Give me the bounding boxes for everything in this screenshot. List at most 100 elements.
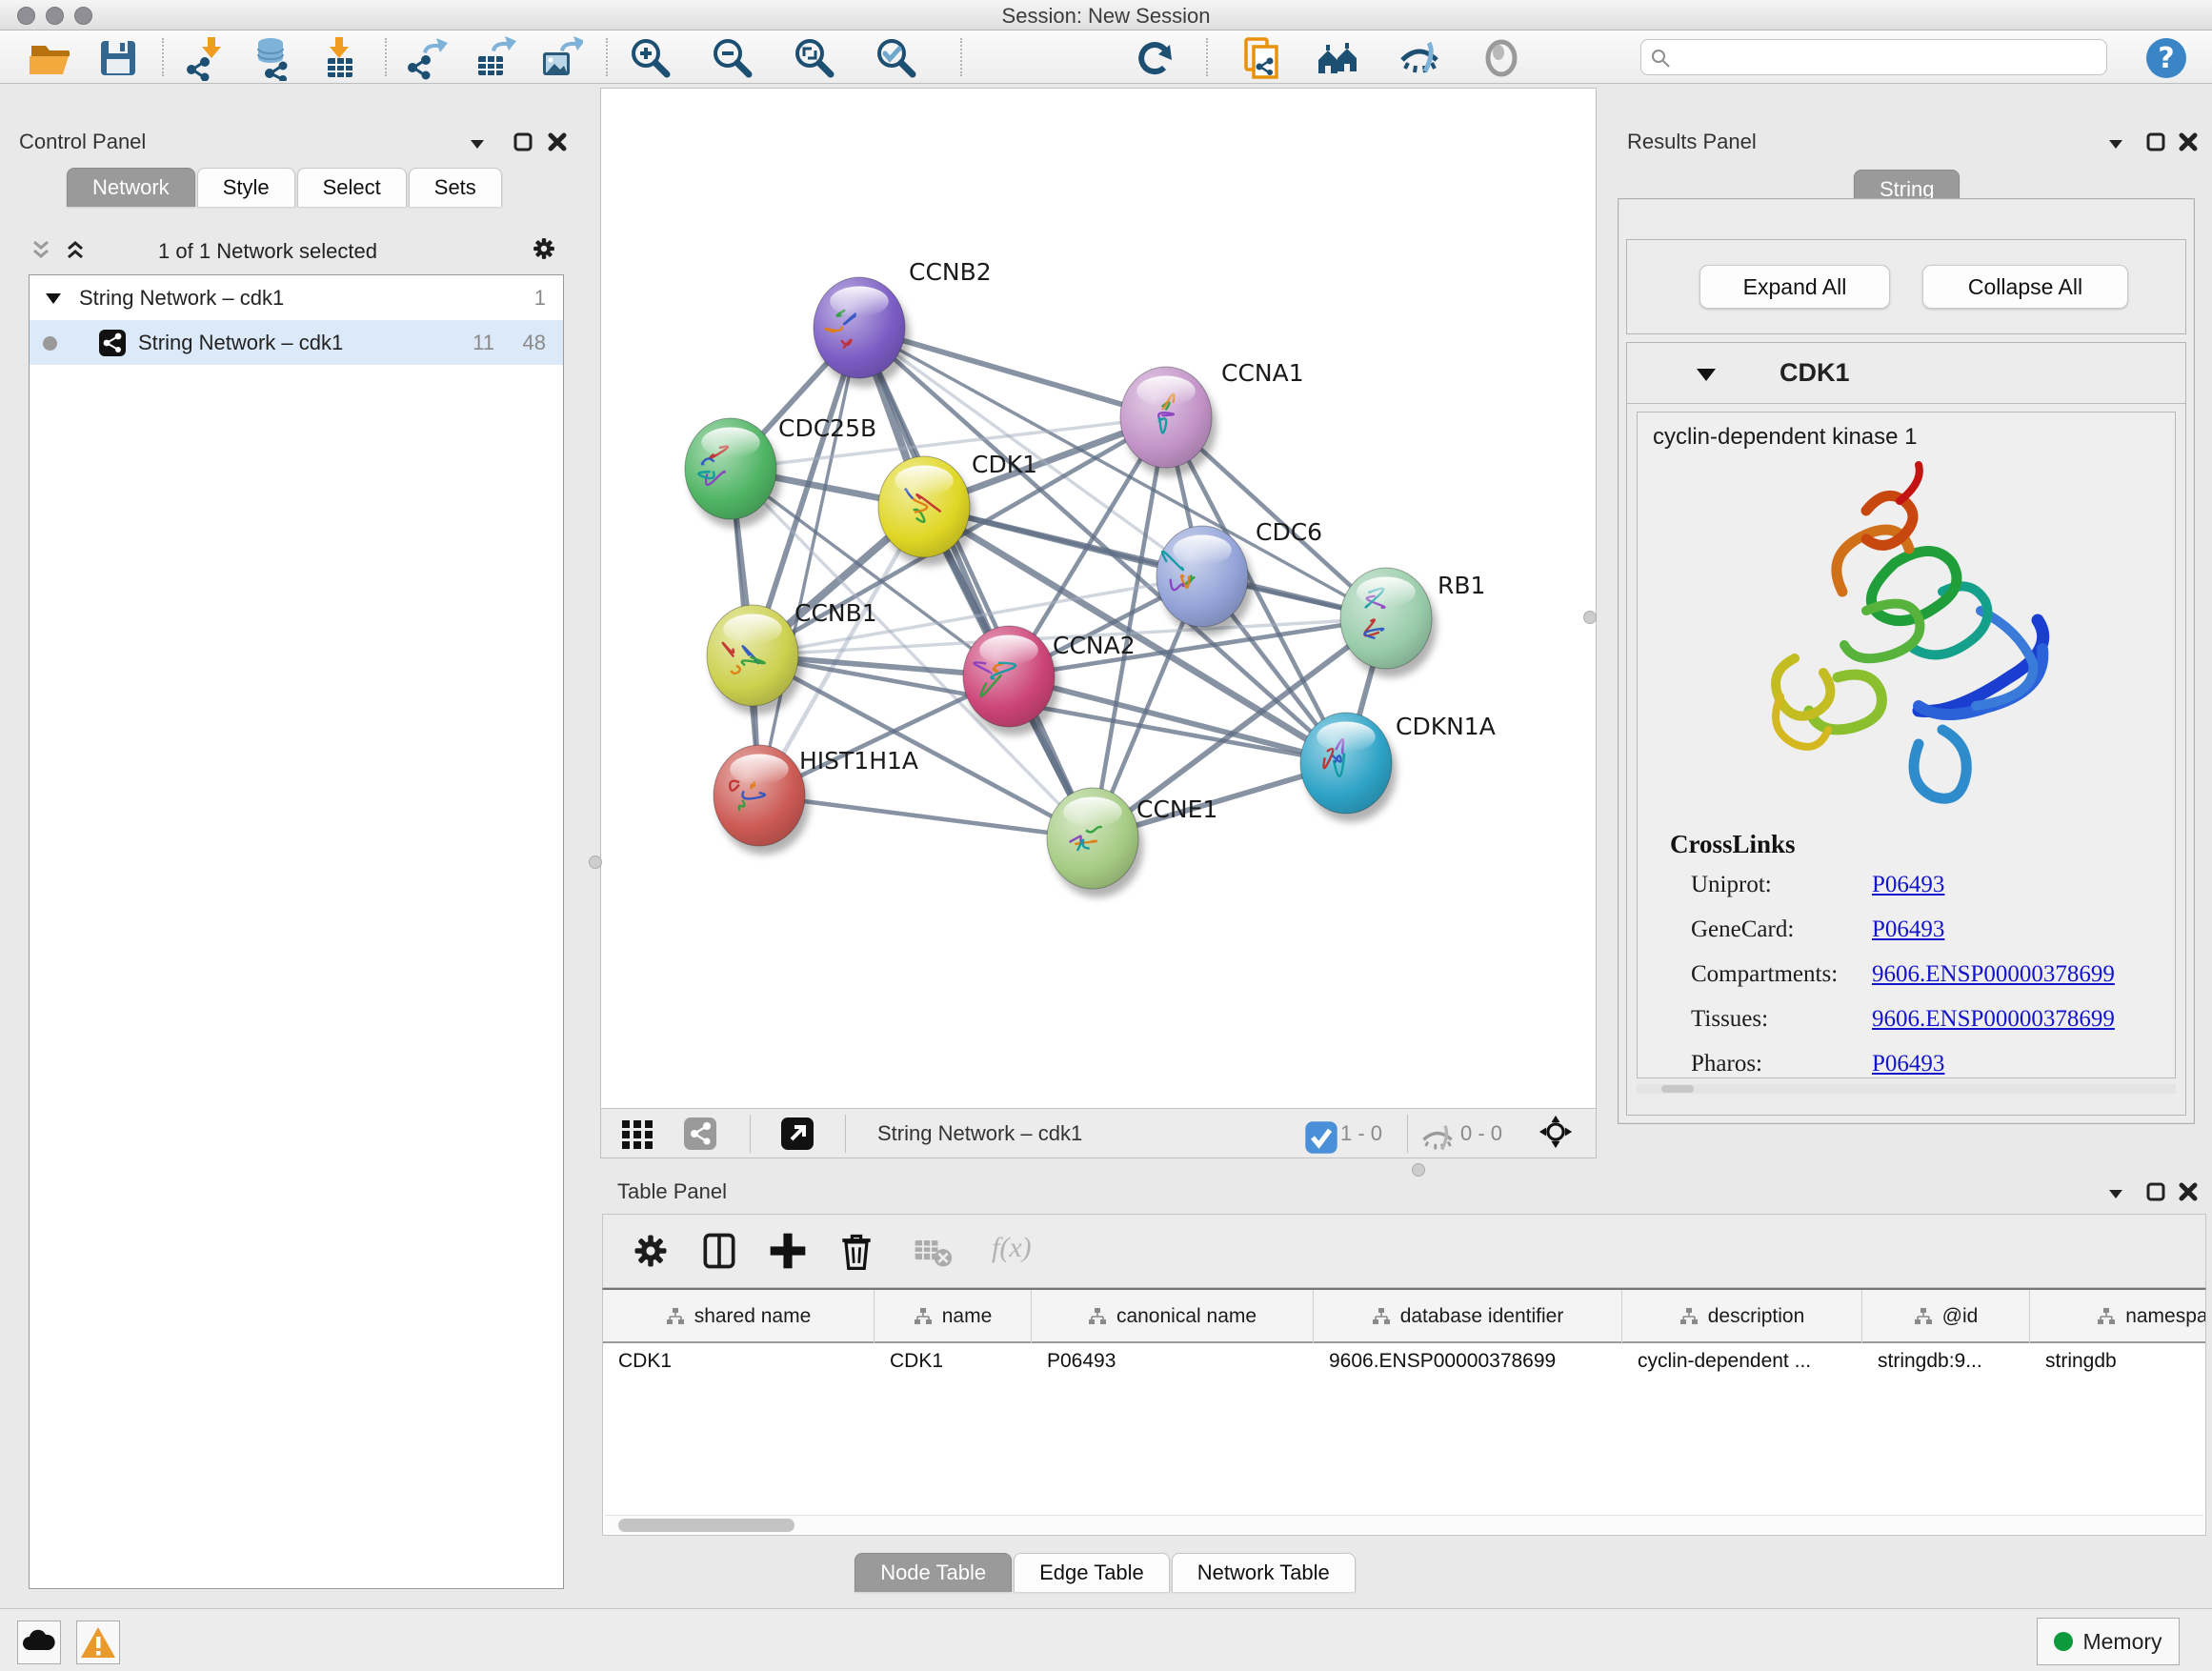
network-node-CDC25B[interactable]: CDC25B xyxy=(685,414,876,528)
search-field[interactable] xyxy=(1640,39,2107,75)
network-edge[interactable] xyxy=(759,328,859,795)
network-node-CDKN1A[interactable]: CDKN1A xyxy=(1300,713,1496,822)
show-hidden-button[interactable] xyxy=(1478,35,1524,81)
table-cell[interactable]: stringdb:9... xyxy=(1862,1343,2030,1381)
tab-style[interactable]: Style xyxy=(197,168,295,207)
warnings-button[interactable] xyxy=(76,1621,120,1664)
delete-column-button[interactable] xyxy=(835,1230,877,1272)
column-header-namespace[interactable]: namespace xyxy=(2030,1290,2206,1343)
export-image-icon xyxy=(537,35,583,81)
network-node-CDK1[interactable]: CDK1 xyxy=(878,451,1037,566)
hidden-indicator[interactable] xyxy=(1420,1120,1451,1147)
table-hscrollbar-thumb[interactable] xyxy=(618,1519,794,1532)
right-splitter-handle[interactable] xyxy=(1583,611,1597,624)
fit-content-button[interactable] xyxy=(791,35,836,81)
show-all-views-button[interactable] xyxy=(1315,35,1360,81)
node-gloss-highlight xyxy=(1357,577,1415,608)
zoom-selected-button[interactable] xyxy=(873,35,918,81)
table-cell[interactable]: CDK1 xyxy=(603,1343,875,1381)
save-session-button[interactable] xyxy=(95,35,141,81)
tab-sets[interactable]: Sets xyxy=(409,168,502,207)
maximize-panel-button[interactable] xyxy=(2143,130,2168,154)
network-overview-button[interactable] xyxy=(683,1117,717,1151)
float-panel-button[interactable] xyxy=(2103,131,2128,156)
cytoscape-window: Session: New Session xyxy=(0,0,2212,1671)
float-panel-button[interactable] xyxy=(465,131,490,156)
export-network-button[interactable] xyxy=(404,35,450,81)
birds-eye-toggle-button[interactable] xyxy=(1538,1115,1577,1153)
bottom-splitter-handle[interactable] xyxy=(1412,1163,1425,1177)
network-options-button[interactable] xyxy=(532,236,556,261)
close-icon xyxy=(2176,1179,2201,1204)
close-panel-button[interactable] xyxy=(545,130,570,154)
column-header-shared-name[interactable]: shared name xyxy=(603,1290,875,1343)
table-options-button[interactable] xyxy=(630,1230,672,1272)
network-row[interactable]: String Network – cdk1 11 48 xyxy=(30,320,563,365)
export-image-button[interactable] xyxy=(537,35,583,81)
column-header-id[interactable]: @id xyxy=(1862,1290,2030,1343)
collapse-all-button[interactable]: Collapse All xyxy=(1922,265,2128,309)
results-scrollbar[interactable] xyxy=(1637,1084,2176,1094)
crosslink-link[interactable]: P06493 xyxy=(1872,916,1944,943)
column-type-icon xyxy=(666,1307,685,1326)
import-network-from-database-button[interactable] xyxy=(250,35,295,81)
close-panel-button[interactable] xyxy=(2176,130,2201,154)
table-cell[interactable]: cyclin-dependent ... xyxy=(1622,1343,1862,1381)
detach-view-button[interactable] xyxy=(780,1117,814,1151)
collection-expand-icon[interactable] xyxy=(45,291,62,306)
maximize-panel-button[interactable] xyxy=(2143,1179,2168,1204)
column-header-canonical-name[interactable]: canonical name xyxy=(1032,1290,1314,1343)
help-button[interactable]: ? xyxy=(2143,35,2189,81)
float-panel-button[interactable] xyxy=(2103,1181,2128,1206)
close-panel-button[interactable] xyxy=(2176,1179,2201,1204)
table-cell[interactable]: P06493 xyxy=(1032,1343,1314,1381)
zoom-out-button[interactable] xyxy=(709,35,754,81)
maximize-panel-button[interactable] xyxy=(511,130,535,154)
table-cell[interactable]: stringdb xyxy=(2030,1343,2206,1381)
clone-network-button[interactable] xyxy=(1238,35,1284,81)
open-session-button[interactable] xyxy=(27,35,72,81)
table-hscrollbar[interactable] xyxy=(605,1515,2203,1534)
tab-edge-table[interactable]: Edge Table xyxy=(1014,1553,1170,1592)
crosslink-label: Compartments: xyxy=(1691,961,1838,988)
gene-header[interactable]: CDK1 xyxy=(1627,343,2185,404)
table-row[interactable]: CDK1CDK1P064939606.ENSP00000378699cyclin… xyxy=(603,1343,2206,1381)
export-table-button[interactable] xyxy=(471,35,516,81)
create-column-button[interactable] xyxy=(767,1230,809,1272)
left-splitter-handle[interactable] xyxy=(589,856,602,869)
column-type-icon xyxy=(1679,1307,1699,1326)
import-network-button[interactable] xyxy=(183,35,229,81)
cloud-status-button[interactable] xyxy=(17,1621,61,1664)
crosslink-link[interactable]: 9606.ENSP00000378699 xyxy=(1872,1006,2115,1033)
table-cell[interactable]: CDK1 xyxy=(875,1343,1032,1381)
table-cell[interactable]: 9606.ENSP00000378699 xyxy=(1314,1343,1622,1381)
collapse-gene-icon[interactable] xyxy=(1696,366,1717,383)
string-network-graph[interactable]: CCNB2CCNA1CDC25BCDK1CDC6RB1CCNB1CCNA2CDK… xyxy=(601,89,1596,1106)
hide-unhide-button[interactable] xyxy=(1397,35,1442,81)
network-node-RB1[interactable]: RB1 xyxy=(1340,568,1485,677)
results-scrollbar-thumb[interactable] xyxy=(1661,1085,1694,1093)
cloud-icon xyxy=(18,1621,60,1663)
memory-button[interactable]: Memory xyxy=(2037,1618,2180,1665)
tab-node-table[interactable]: Node Table xyxy=(855,1553,1012,1592)
show-columns-button[interactable] xyxy=(698,1230,740,1272)
column-header-description[interactable]: description xyxy=(1622,1290,1862,1343)
column-header-database-identifier[interactable]: database identifier xyxy=(1314,1290,1622,1343)
crosslink-link[interactable]: P06493 xyxy=(1872,872,1944,898)
network-node-CCNE1[interactable]: CCNE1 xyxy=(1047,788,1217,897)
expand-all-button[interactable]: Expand All xyxy=(1699,265,1890,309)
import-table-button[interactable] xyxy=(316,35,362,81)
tab-network-table[interactable]: Network Table xyxy=(1172,1553,1356,1592)
crosslink-link[interactable]: P06493 xyxy=(1872,1051,1944,1077)
tab-network[interactable]: Network xyxy=(67,168,195,207)
network-node-HIST1H1A[interactable]: HIST1H1A xyxy=(714,745,918,855)
selected-indicator-checkbox[interactable] xyxy=(1304,1120,1331,1147)
search-input[interactable] xyxy=(1678,42,2097,72)
tab-select[interactable]: Select xyxy=(297,168,407,207)
zoom-in-button[interactable] xyxy=(627,35,673,81)
network-collection-row[interactable]: String Network – cdk1 1 xyxy=(30,275,563,320)
column-header-name[interactable]: name xyxy=(875,1290,1032,1343)
refresh-button[interactable] xyxy=(1132,35,1177,81)
grid-view-button[interactable] xyxy=(620,1117,654,1151)
crosslink-link[interactable]: 9606.ENSP00000378699 xyxy=(1872,961,2115,988)
